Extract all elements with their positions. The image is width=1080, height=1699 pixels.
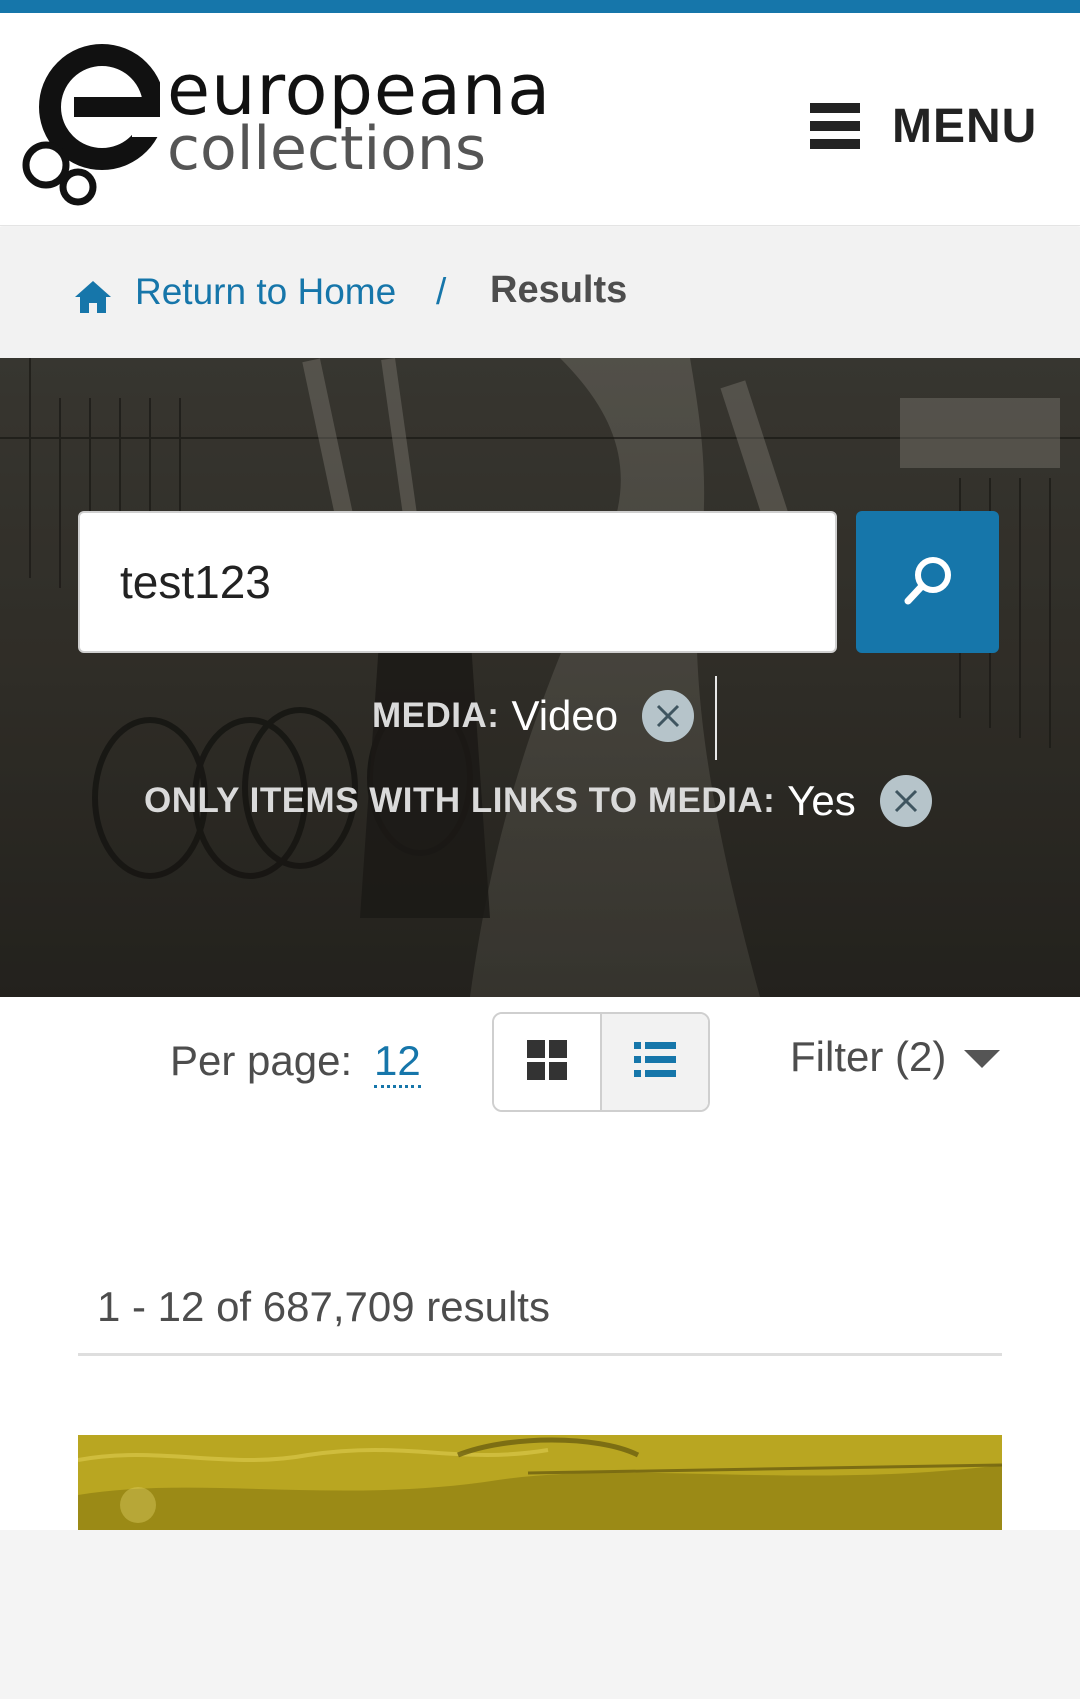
per-page-select[interactable]: 12 bbox=[374, 1037, 421, 1088]
facet-tag-media: MEDIA: Video bbox=[372, 686, 695, 746]
close-icon[interactable] bbox=[879, 775, 932, 827]
breadcrumb-current: Results bbox=[490, 269, 628, 311]
search-hero: MEDIA: Video ONLY ITEMS WITH LINKS TO ME… bbox=[0, 358, 1080, 997]
view-toggle bbox=[492, 1012, 710, 1112]
logo-wordmark: europeana collections bbox=[167, 53, 551, 179]
facet-divider bbox=[715, 676, 717, 760]
facet-value: Yes bbox=[787, 777, 856, 824]
filter-label: Filter (2) bbox=[790, 1033, 947, 1080]
hero-background-image bbox=[0, 358, 1080, 997]
per-page-label: Per page: bbox=[170, 1037, 353, 1084]
grid-view-button[interactable] bbox=[494, 1014, 600, 1110]
breadcrumb-home-link[interactable]: Return to Home bbox=[135, 271, 396, 313]
facet-name: MEDIA: bbox=[372, 696, 500, 735]
results-toolbar: Per page: 12 Filter (2) bbox=[0, 997, 1080, 1127]
close-icon[interactable] bbox=[642, 690, 695, 742]
menu-button[interactable]: MENU bbox=[810, 91, 1037, 161]
filter-button[interactable]: Filter (2) bbox=[790, 1033, 1001, 1081]
results-divider bbox=[78, 1353, 1002, 1356]
page: europeana collections MENU Return to Hom… bbox=[0, 0, 1080, 1530]
results-count: 1 - 12 of 687,709 results bbox=[97, 1283, 550, 1330]
search-input[interactable] bbox=[78, 511, 837, 653]
facet-tag-links-to-media: ONLY ITEMS WITH LINKS TO MEDIA: Yes bbox=[144, 771, 932, 831]
list-view-button[interactable] bbox=[600, 1014, 708, 1110]
caret-down-icon bbox=[964, 1050, 1001, 1068]
menu-label: MENU bbox=[892, 99, 1038, 153]
list-icon bbox=[634, 1041, 676, 1083]
breadcrumb: Return to Home / Results bbox=[0, 227, 1080, 358]
hamburger-icon bbox=[810, 101, 860, 151]
top-accent-bar bbox=[0, 0, 1080, 13]
result-thumbnail[interactable] bbox=[78, 1435, 1002, 1530]
facet-name: ONLY ITEMS WITH LINKS TO MEDIA: bbox=[144, 781, 776, 820]
europeana-logo-icon[interactable] bbox=[20, 37, 165, 207]
search-button[interactable] bbox=[856, 511, 999, 653]
magnifier-icon bbox=[900, 553, 956, 612]
site-header: europeana collections MENU bbox=[0, 13, 1080, 226]
grid-icon bbox=[527, 1039, 567, 1085]
home-icon[interactable] bbox=[75, 279, 111, 315]
breadcrumb-separator: / bbox=[436, 271, 447, 312]
facet-value: Video bbox=[511, 692, 619, 739]
